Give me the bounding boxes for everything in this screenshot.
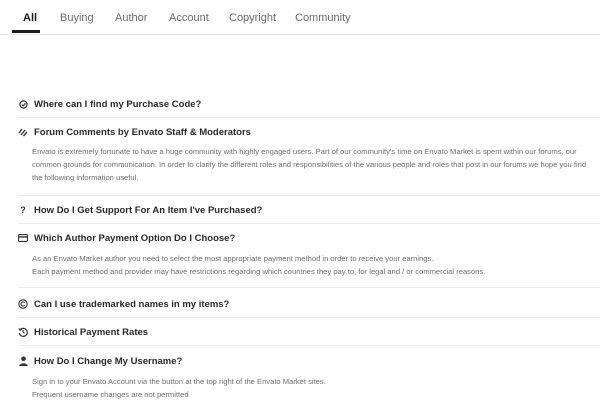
tab-community[interactable]: Community (295, 12, 351, 24)
faq-answer-paragraph: Each payment method and provider may hav… (32, 267, 486, 276)
question-icon: ? (20, 205, 26, 215)
tab-copyright[interactable]: Copyright (229, 12, 276, 24)
faq-question: Where can I find my Purchase Code? (34, 98, 202, 110)
divider (18, 287, 600, 288)
faq-item-payment-option[interactable]: Which Author Payment Option Do I Choose? (18, 231, 235, 245)
tab-author[interactable]: Author (115, 12, 147, 24)
faq-question: Can I use trademarked names in my items? (34, 298, 230, 310)
faq-answer: As an Envato Market author you need to s… (32, 252, 596, 278)
active-tab-indicator (12, 30, 40, 33)
history-icon (18, 327, 28, 337)
user-icon (18, 356, 28, 366)
category-tabs: All Buying Author Account Copyright Comm… (0, 0, 600, 35)
credit-card-icon (18, 233, 28, 243)
copyright-icon (18, 299, 28, 309)
divider (18, 117, 600, 118)
faq-answer: Sign in to your Envato Account via the b… (32, 375, 596, 401)
faq-item-payment-rates[interactable]: Historical Payment Rates (18, 325, 148, 339)
divider (18, 317, 600, 318)
divider (18, 345, 600, 346)
divider (18, 223, 600, 224)
faq-question: How Do I Change My Username? (34, 355, 183, 367)
comments-icon (18, 127, 28, 137)
faq-answer: Envato is extremely fortunate to have a … (32, 145, 596, 184)
faq-item-trademark[interactable]: Can I use trademarked names in my items? (18, 297, 229, 311)
faq-question: Historical Payment Rates (34, 326, 149, 338)
faq-item-support[interactable]: ? How Do I Get Support For An Item I've … (18, 203, 262, 217)
faq-question: Forum Comments by Envato Staff & Moderat… (34, 126, 251, 138)
faq-answer-paragraph: Envato is extremely fortunate to have a … (32, 147, 587, 182)
divider (18, 195, 600, 196)
tab-buying[interactable]: Buying (60, 12, 94, 24)
faq-item-purchase-code[interactable]: Where can I find my Purchase Code? (18, 97, 201, 111)
faq-question: How Do I Get Support For An Item I've Pu… (34, 204, 263, 216)
faq-answer-paragraph: As an Envato Market author you need to s… (32, 254, 434, 263)
tab-all[interactable]: All (23, 12, 37, 24)
tab-account[interactable]: Account (169, 12, 209, 24)
faq-answer-paragraph: Frequent username changes are not permit… (32, 390, 189, 399)
faq-question: Which Author Payment Option Do I Choose? (34, 232, 236, 244)
faq-item-forum-comments[interactable]: Forum Comments by Envato Staff & Moderat… (18, 125, 251, 139)
faq-item-change-username[interactable]: How Do I Change My Username? (18, 354, 182, 368)
faq-answer-paragraph: Sign in to your Envato Account via the b… (32, 377, 326, 386)
check-circle-icon (18, 99, 28, 109)
